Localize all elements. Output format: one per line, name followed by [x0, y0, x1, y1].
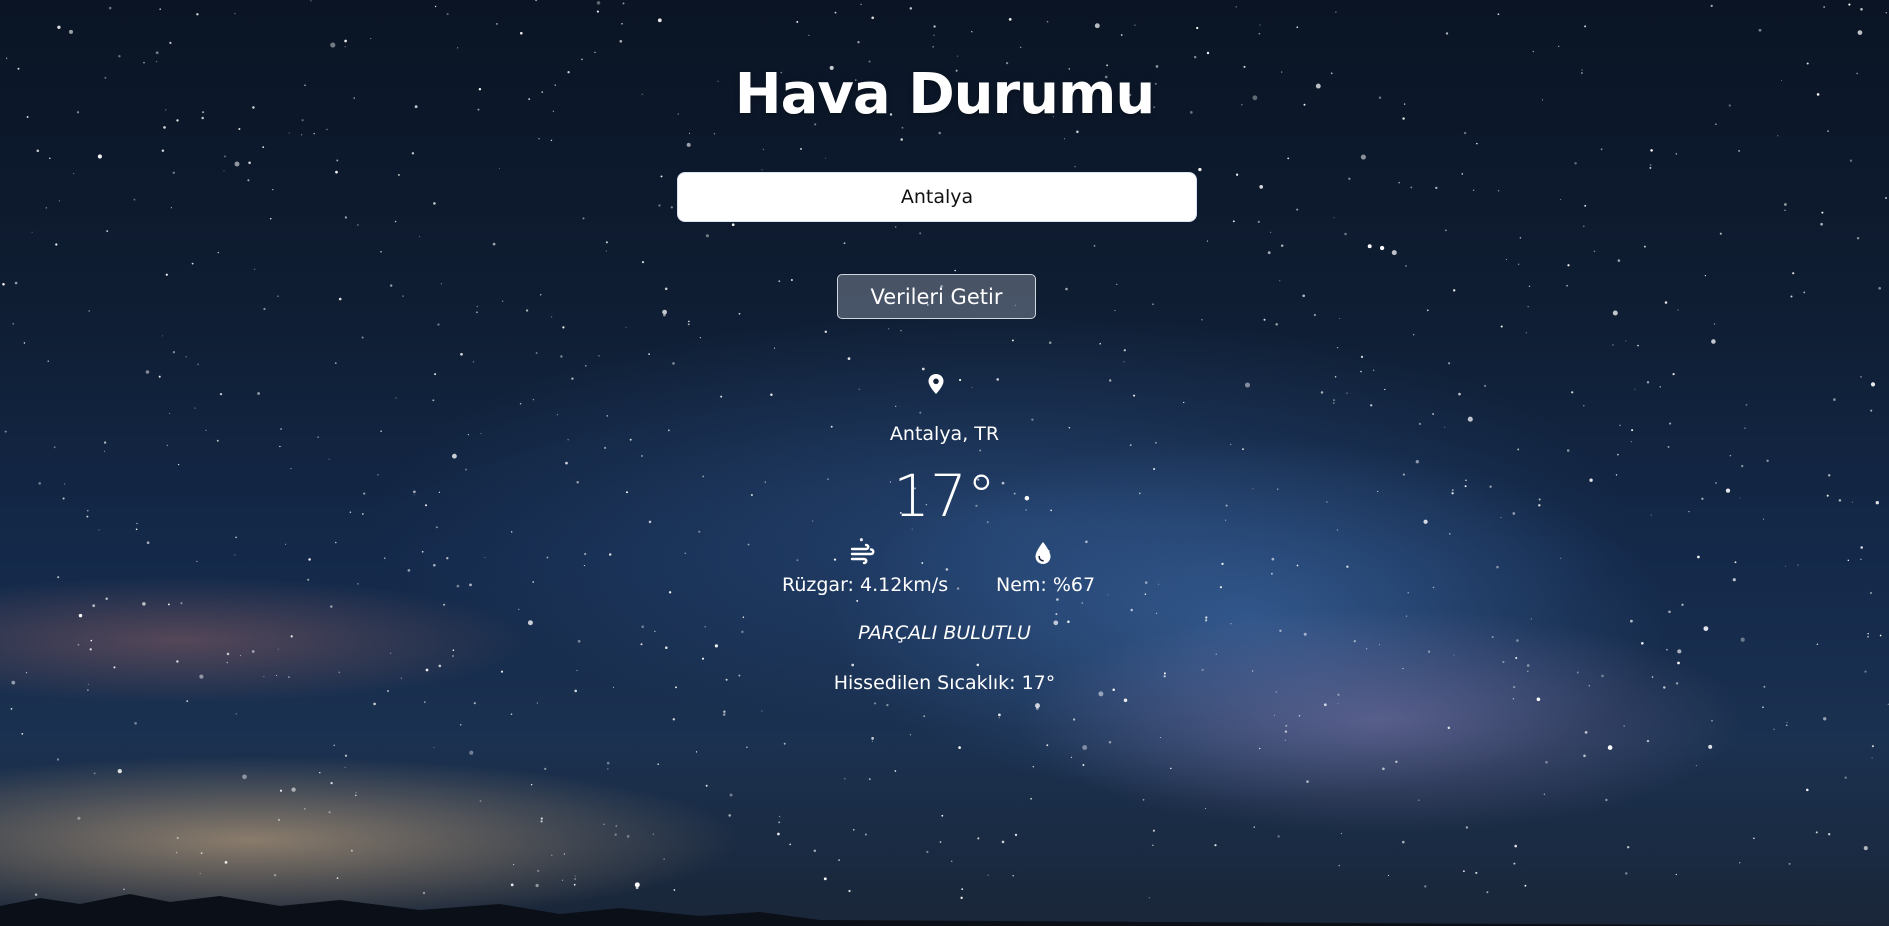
weather-description: PARÇALI BULUTLU: [858, 622, 1031, 644]
page-title: Hava Durumu: [734, 62, 1156, 127]
water-drop-icon: [1035, 542, 1051, 564]
wind-icon: [850, 543, 875, 565]
city-search-input[interactable]: [677, 172, 1197, 222]
temperature-value: 17°: [893, 462, 996, 530]
feels-like-label: Hissedilen Sıcaklık: 17°: [833, 672, 1056, 694]
wind-speed-label: Rüzgar: 4.12km/s: [782, 574, 949, 596]
fetch-data-button[interactable]: Verileri Getir: [837, 274, 1036, 319]
map-pin-icon: [928, 374, 944, 394]
location-label: Antalya, TR: [889, 423, 1000, 445]
mountain-silhouette: [0, 894, 1889, 926]
humidity-label: Nem: %67: [996, 574, 1096, 596]
